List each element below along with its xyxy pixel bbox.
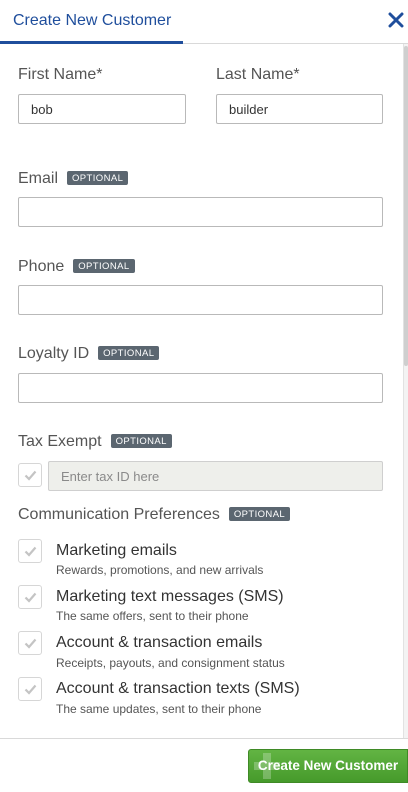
tax-id-input[interactable] bbox=[48, 461, 383, 491]
email-label: Email OPTIONAL bbox=[18, 170, 129, 188]
optional-badge: OPTIONAL bbox=[67, 171, 129, 185]
first-name-label: First Name* bbox=[18, 66, 103, 83]
pref-subtitle: The same updates, sent to their phone bbox=[56, 702, 262, 716]
checkmark-icon bbox=[24, 546, 37, 557]
pref-subtitle: The same offers, sent to their phone bbox=[56, 609, 249, 623]
last-name-label: Last Name* bbox=[216, 66, 300, 83]
loyalty-id-label-text: Loyalty ID bbox=[18, 345, 90, 362]
optional-badge: OPTIONAL bbox=[73, 259, 135, 273]
tax-exempt-label-text: Tax Exempt bbox=[18, 433, 102, 450]
active-tab-indicator bbox=[0, 41, 183, 44]
email-input[interactable] bbox=[18, 197, 383, 227]
first-name-input[interactable] bbox=[18, 94, 186, 124]
pref-title: Account & transaction texts (SMS) bbox=[56, 680, 300, 697]
pref-subtitle: Rewards, promotions, and new arrivals bbox=[56, 563, 264, 577]
communication-preferences-title: Communication Preferences bbox=[18, 506, 220, 523]
pref-title: Account & transaction emails bbox=[56, 634, 263, 651]
transaction-emails-checkbox[interactable] bbox=[18, 631, 42, 655]
scrollbar-thumb[interactable] bbox=[404, 46, 408, 366]
communication-preferences-label: Communication Preferences OPTIONAL bbox=[18, 506, 291, 524]
close-icon[interactable] bbox=[388, 12, 406, 30]
checkmark-icon bbox=[24, 470, 37, 481]
optional-badge: OPTIONAL bbox=[110, 434, 172, 448]
marketing-sms-checkbox[interactable] bbox=[18, 585, 42, 609]
email-label-text: Email bbox=[18, 170, 59, 187]
last-name-input[interactable] bbox=[216, 94, 383, 124]
pref-title: Marketing text messages (SMS) bbox=[56, 588, 284, 605]
optional-badge: OPTIONAL bbox=[228, 507, 291, 521]
phone-label-text: Phone bbox=[18, 258, 65, 275]
marketing-emails-checkbox[interactable] bbox=[18, 539, 42, 563]
pref-title: Marketing emails bbox=[56, 542, 177, 559]
checkmark-icon bbox=[24, 684, 37, 695]
modal-header: Create New Customer bbox=[0, 0, 408, 44]
optional-badge: OPTIONAL bbox=[98, 346, 160, 360]
checkmark-icon bbox=[24, 592, 37, 603]
loyalty-id-label: Loyalty ID OPTIONAL bbox=[18, 345, 160, 363]
transaction-sms-checkbox[interactable] bbox=[18, 677, 42, 701]
phone-label: Phone OPTIONAL bbox=[18, 258, 135, 276]
modal-title: Create New Customer bbox=[13, 12, 172, 29]
tax-exempt-checkbox[interactable] bbox=[18, 463, 42, 487]
tax-exempt-label: Tax Exempt OPTIONAL bbox=[18, 433, 172, 451]
loyalty-id-input[interactable] bbox=[18, 373, 383, 403]
pref-subtitle: Receipts, payouts, and consignment statu… bbox=[56, 656, 285, 670]
plus-icon bbox=[252, 751, 282, 781]
phone-input[interactable] bbox=[18, 285, 383, 315]
checkmark-icon bbox=[24, 638, 37, 649]
